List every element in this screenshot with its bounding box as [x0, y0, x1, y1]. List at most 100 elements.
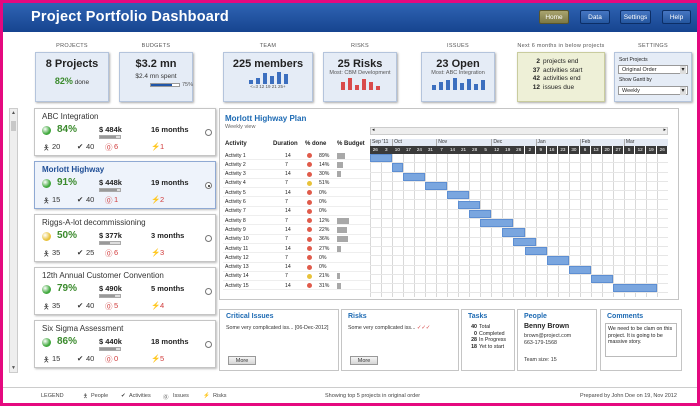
project-duration: 5 months: [151, 284, 185, 293]
gantt-bar: [425, 181, 448, 191]
gantt-row: [370, 219, 668, 229]
risks-more-button[interactable]: More: [350, 356, 378, 365]
gantt-bar: [447, 191, 470, 200]
activity-name: Activity 3: [225, 171, 246, 178]
people-icon: 🯅: [43, 196, 50, 205]
settings-panel: Sort Projects Original Order Show Gantt …: [614, 52, 692, 102]
col-budget: % Budget: [337, 141, 365, 147]
project-name: Riggs-A-lot decommissioning: [42, 218, 146, 227]
gantt-week-label: 5: [623, 146, 635, 154]
people-panel: People Benny Brown brown@project.com 663…: [517, 309, 597, 371]
project-select-radio[interactable]: [205, 288, 212, 295]
col-pct-done: % done: [305, 141, 327, 147]
gantt-month-label: Oct: [392, 139, 437, 146]
issues-more-button[interactable]: More: [228, 356, 256, 365]
project-select-radio[interactable]: [205, 129, 212, 136]
gantt-week-label: 2: [524, 146, 536, 154]
legend-people-icon: 🯅: [83, 394, 88, 400]
activities-icon: ✔: [77, 354, 84, 363]
issue-text: Some very complicated iss...: [226, 325, 294, 331]
risks-icon: ⚡: [151, 248, 161, 257]
next-count: 42: [532, 75, 540, 82]
kpi-team-value: 225 members: [232, 58, 304, 70]
activity-budget-bar: [337, 171, 341, 178]
person-phone: 663-179-1568: [524, 340, 557, 346]
activity-status-icon: [307, 180, 312, 186]
activity-budget-bar: [337, 236, 348, 243]
tasks-title: Tasks: [468, 313, 488, 320]
activity-status-icon: [307, 283, 312, 289]
project-name: ABC Integration: [42, 112, 99, 121]
activity-pct-done: 27%: [319, 245, 330, 252]
gantt-bar: [403, 172, 426, 181]
activity-name: Activity 9: [225, 226, 246, 233]
gantt-bar: [480, 219, 514, 228]
home-button[interactable]: Home: [539, 10, 569, 24]
projects-scrollbar[interactable]: ▲ ▼: [9, 108, 18, 373]
activity-pct-done: 0%: [319, 264, 327, 271]
gantt-week-label: 10: [392, 146, 403, 154]
project-issues-count: 6: [114, 142, 119, 151]
data-button[interactable]: Data: [580, 10, 610, 24]
project-risks-count: 2: [160, 195, 165, 204]
detail-title: Morlott Highway Plan: [225, 114, 307, 123]
people-title: People: [524, 313, 547, 320]
comments-text[interactable]: We need to be clam on this project. It i…: [605, 323, 677, 357]
gantt-row: [370, 256, 668, 266]
mini-bar: [459, 82, 464, 90]
activity-pct-done: 36%: [319, 236, 330, 243]
settings-button[interactable]: Settings: [620, 10, 651, 24]
activity-status-icon: [307, 218, 312, 224]
activity-name: Activity 8: [225, 217, 246, 224]
activity-pct-done: 22%: [319, 226, 330, 233]
activity-row: Activity 7 14 0%: [223, 207, 370, 217]
activity-pct-done: 12%: [319, 217, 330, 224]
project-activities-count: 40: [86, 301, 95, 310]
scroll-down-icon[interactable]: ▼: [10, 364, 17, 372]
kpi-label-settings: SETTINGS: [638, 43, 668, 49]
kpi-risks: 25 Risks Most: CBM Development: [323, 52, 397, 102]
activity-row: Activity 13 14 0%: [223, 263, 370, 272]
project-people-count: 35: [52, 248, 61, 257]
project-select-radio[interactable]: [205, 341, 212, 348]
page-title: Project Portfolio Dashboard: [31, 9, 229, 25]
project-card[interactable]: ABC Integration 84% $ 484k 16 months 🯅 20 ✔ 40 ⓪…: [34, 108, 216, 156]
activity-row: Activity 4 7 51%: [223, 179, 370, 189]
activity-duration: 14: [285, 189, 291, 196]
gantt-bar: [590, 274, 613, 284]
activity-name: Activity 10: [225, 236, 249, 243]
next-six-months-line: 12 issues due: [530, 84, 604, 93]
project-budget-bar: [99, 294, 121, 298]
project-card[interactable]: 12th Annual Customer Convention 79% $ 490k…: [34, 267, 216, 315]
gantt-row: [370, 163, 668, 173]
project-select-radio[interactable]: [205, 235, 212, 242]
activity-pct-done: 89%: [319, 152, 330, 159]
scroll-thumb[interactable]: [11, 121, 16, 131]
risk-distribution-chart: [324, 78, 396, 90]
project-card[interactable]: Morlott Highway 91% $ 448k 19 months 🯅 15 ✔ 40 ⓪…: [34, 161, 216, 209]
gantt-scroll-right-icon[interactable]: ▸: [663, 127, 666, 133]
project-select-radio[interactable]: [205, 182, 212, 189]
gantt-week-label: 30: [568, 146, 580, 154]
project-card[interactable]: Riggs-A-lot decommissioning 50% $ 377k 3 mo…: [34, 214, 216, 262]
activity-duration: 14: [285, 152, 291, 159]
mini-bar: [452, 78, 457, 90]
legend-activities-icon: ✔: [121, 393, 126, 399]
activity-row: Activity 5 14 0%: [223, 188, 370, 198]
sort-projects-select[interactable]: Original Order: [618, 65, 688, 74]
scroll-up-icon[interactable]: ▲: [10, 109, 17, 117]
gantt-scrollbar[interactable]: ◂ ▸: [370, 127, 668, 135]
team-distribution-ticks: <=3 12 19 21 25+: [250, 84, 286, 89]
risks-icon: ⚡: [151, 195, 161, 204]
gantt-scroll-left-icon[interactable]: ◂: [372, 127, 375, 133]
activity-status-icon: [307, 153, 312, 158]
project-issues-count: 6: [114, 248, 119, 257]
activity-duration: 14: [285, 282, 291, 289]
help-button[interactable]: Help: [662, 10, 691, 24]
project-card[interactable]: Six Sigma Assessment 86% $ 440k 18 months 🯅 1…: [34, 320, 216, 368]
legend-bar: LEGEND 🯅 People ✔ Activities ⓪ Issues ⚡ Risk…: [3, 387, 697, 403]
activities-icon: ✔: [77, 301, 84, 310]
status-dot-icon: [42, 179, 51, 188]
gantt-view-select[interactable]: Weekly: [618, 86, 688, 95]
gantt-row: [370, 210, 668, 220]
